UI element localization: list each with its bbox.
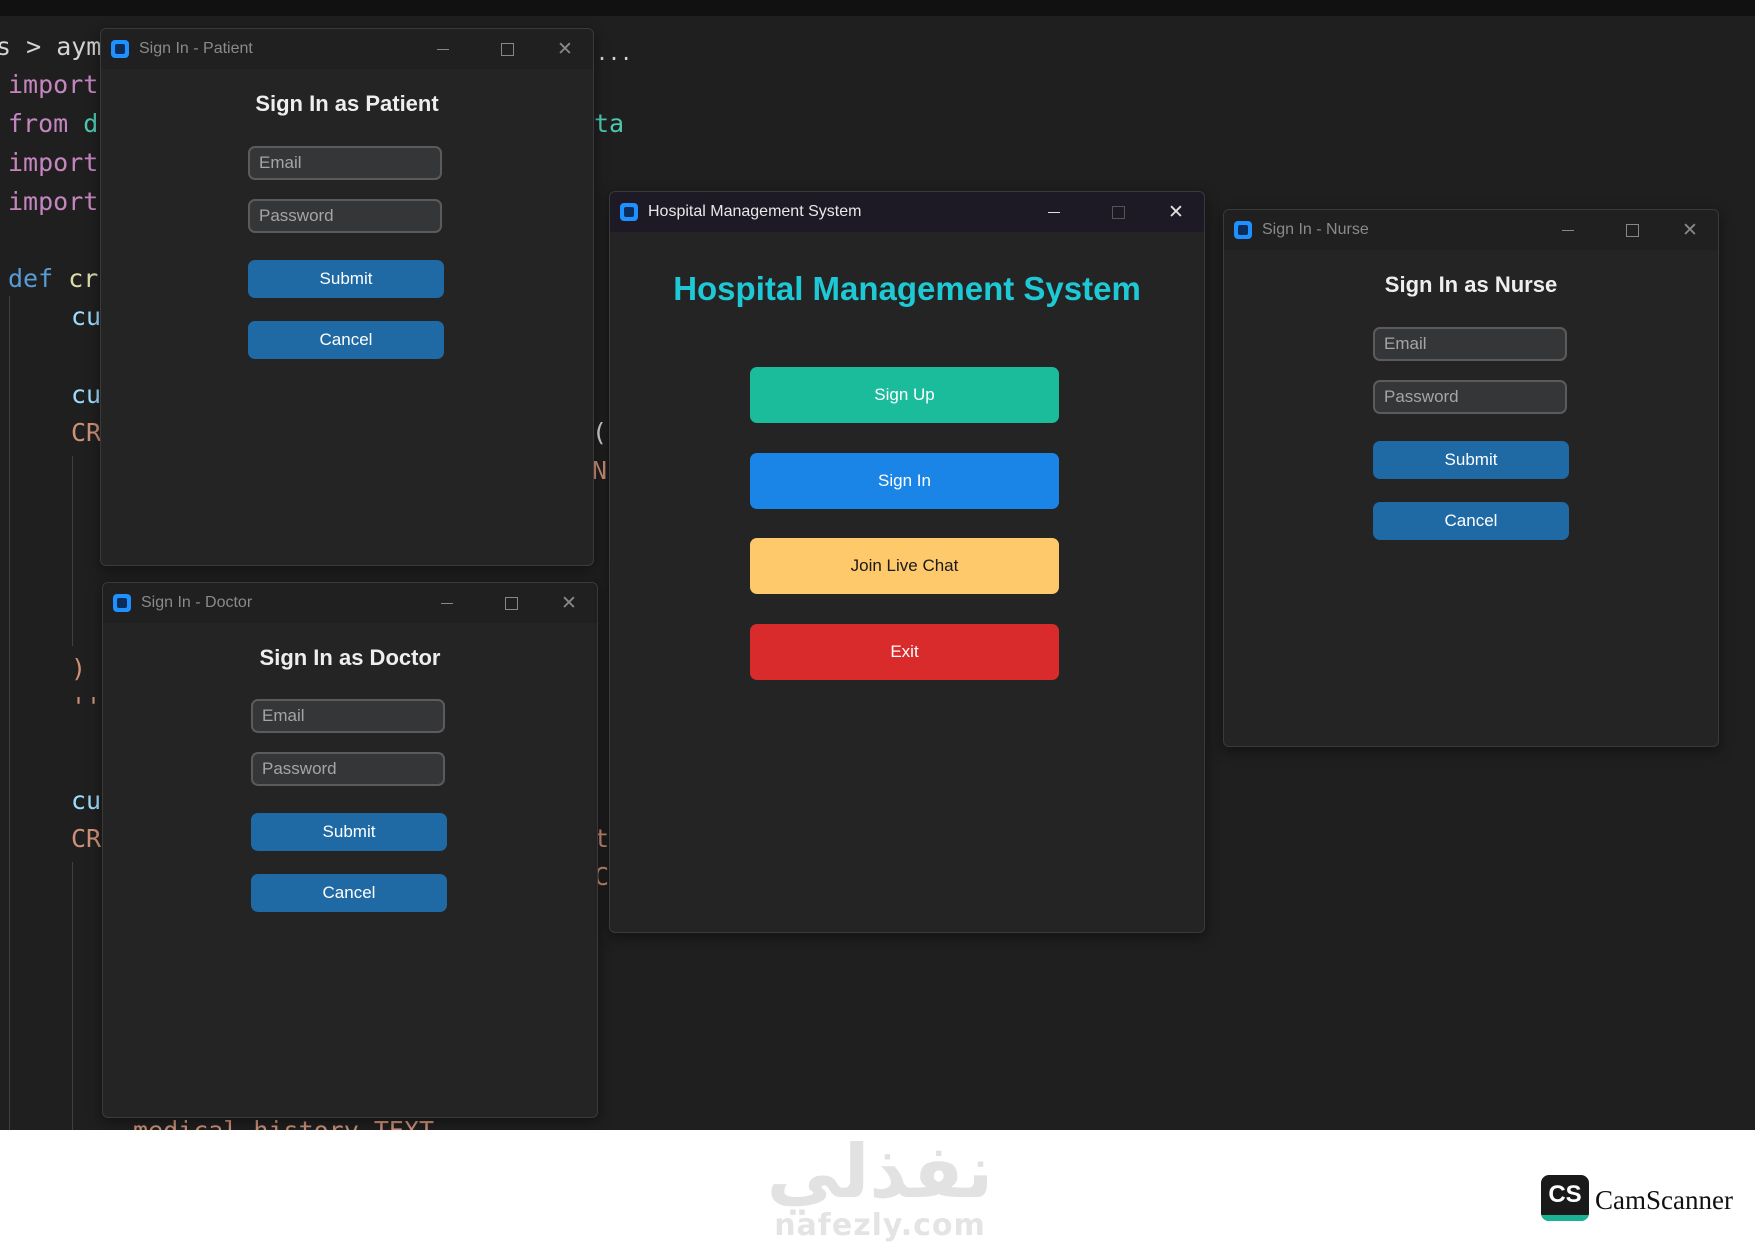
indent-guide xyxy=(9,296,10,1130)
main-window: Hospital Management System ✕ Hospital Ma… xyxy=(609,191,1205,933)
code-text: cu xyxy=(71,786,102,815)
code-text: cu xyxy=(71,380,102,409)
doctor-email-field[interactable] xyxy=(251,699,445,733)
window-title: Hospital Management System xyxy=(648,203,862,220)
exit-button[interactable]: Exit xyxy=(750,624,1059,680)
nurse-cancel-button[interactable]: Cancel xyxy=(1373,502,1569,540)
code-keyword: import xyxy=(8,70,99,99)
code-text: d xyxy=(68,109,99,138)
code-keyword: import xyxy=(8,148,99,177)
code-text: ( xyxy=(592,418,608,447)
doctor-signin-window: Sign In - Doctor ✕ Sign In as Doctor Sub… xyxy=(102,582,598,1118)
minimize-icon[interactable] xyxy=(421,29,465,69)
maximize-icon xyxy=(1096,192,1140,232)
minimize-icon[interactable] xyxy=(1546,210,1590,250)
nurse-submit-button[interactable]: Submit xyxy=(1373,441,1569,479)
indent-guide xyxy=(72,862,73,1130)
app-icon xyxy=(620,203,638,221)
editor-breadcrumb[interactable]: s > ayma xyxy=(0,32,116,62)
code-text: medical_history TEXT xyxy=(133,1116,434,1130)
doctor-heading: Sign In as Doctor xyxy=(259,645,441,670)
code-text: cu xyxy=(71,302,102,331)
patient-heading: Sign In as Patient xyxy=(255,91,439,116)
close-icon[interactable]: ✕ xyxy=(1668,210,1712,250)
code-keyword: from xyxy=(8,109,69,138)
nafezly-watermark-arabic: نفذلي xyxy=(766,1129,994,1215)
close-icon[interactable]: ✕ xyxy=(543,29,587,69)
app-icon xyxy=(113,594,131,612)
screen-top-bar xyxy=(0,0,1755,16)
code-keyword: def xyxy=(8,264,54,293)
patient-email-field[interactable] xyxy=(248,146,442,180)
doctor-submit-button[interactable]: Submit xyxy=(251,813,447,851)
doctor-password-field[interactable] xyxy=(251,752,445,786)
editor-breadcrumb-overflow[interactable]: ... xyxy=(596,38,632,68)
patient-password-field[interactable] xyxy=(248,199,442,233)
join-live-chat-button[interactable]: Join Live Chat xyxy=(750,538,1059,594)
app-title: Hospital Management System xyxy=(673,270,1141,307)
patient-cancel-button[interactable]: Cancel xyxy=(248,321,444,359)
sign-in-button[interactable]: Sign In xyxy=(750,453,1059,509)
code-text: cr xyxy=(53,264,99,293)
sign-up-button[interactable]: Sign Up xyxy=(750,367,1059,423)
window-titlebar[interactable]: Sign In - Nurse ✕ xyxy=(1224,210,1718,250)
window-titlebar[interactable]: Sign In - Patient ✕ xyxy=(101,29,593,69)
app-icon xyxy=(111,40,129,58)
doctor-cancel-button[interactable]: Cancel xyxy=(251,874,447,912)
patient-signin-window: Sign In - Patient ✕ Sign In as Patient S… xyxy=(100,28,594,566)
nurse-heading: Sign In as Nurse xyxy=(1384,272,1558,297)
minimize-icon[interactable] xyxy=(1032,192,1076,232)
window-title: Sign In - Nurse xyxy=(1262,221,1369,238)
maximize-icon[interactable] xyxy=(485,29,529,69)
maximize-icon[interactable] xyxy=(489,583,533,623)
code-text: ) xyxy=(71,654,87,683)
camscanner-label: CamScanner xyxy=(1595,1185,1733,1215)
camscanner-logo-icon: CS xyxy=(1541,1175,1589,1221)
nurse-signin-window: Sign In - Nurse ✕ Sign In as Nurse Submi… xyxy=(1223,209,1719,747)
minimize-icon[interactable] xyxy=(425,583,469,623)
close-icon[interactable]: ✕ xyxy=(547,583,591,623)
window-title: Sign In - Patient xyxy=(139,40,253,57)
code-text: ta xyxy=(594,109,625,138)
patient-submit-button[interactable]: Submit xyxy=(248,260,444,298)
maximize-icon[interactable] xyxy=(1610,210,1654,250)
code-text: '' xyxy=(71,692,102,721)
code-keyword: import xyxy=(8,187,99,216)
code-text: CR xyxy=(71,824,102,853)
window-titlebar[interactable]: Sign In - Doctor ✕ xyxy=(103,583,597,623)
indent-guide xyxy=(72,456,73,646)
code-text: CR xyxy=(71,418,102,447)
nurse-password-field[interactable] xyxy=(1373,380,1567,414)
window-titlebar[interactable]: Hospital Management System ✕ xyxy=(610,192,1204,232)
nafezly-watermark-url: nafezly.com xyxy=(774,1208,986,1243)
app-icon xyxy=(1234,221,1252,239)
window-title: Sign In - Doctor xyxy=(141,594,253,611)
nurse-email-field[interactable] xyxy=(1373,327,1567,361)
close-icon[interactable]: ✕ xyxy=(1154,192,1198,232)
scan-footer: نفذلي nafezly.com CS CamScanner xyxy=(0,1129,1755,1243)
code-text: N xyxy=(592,456,608,485)
